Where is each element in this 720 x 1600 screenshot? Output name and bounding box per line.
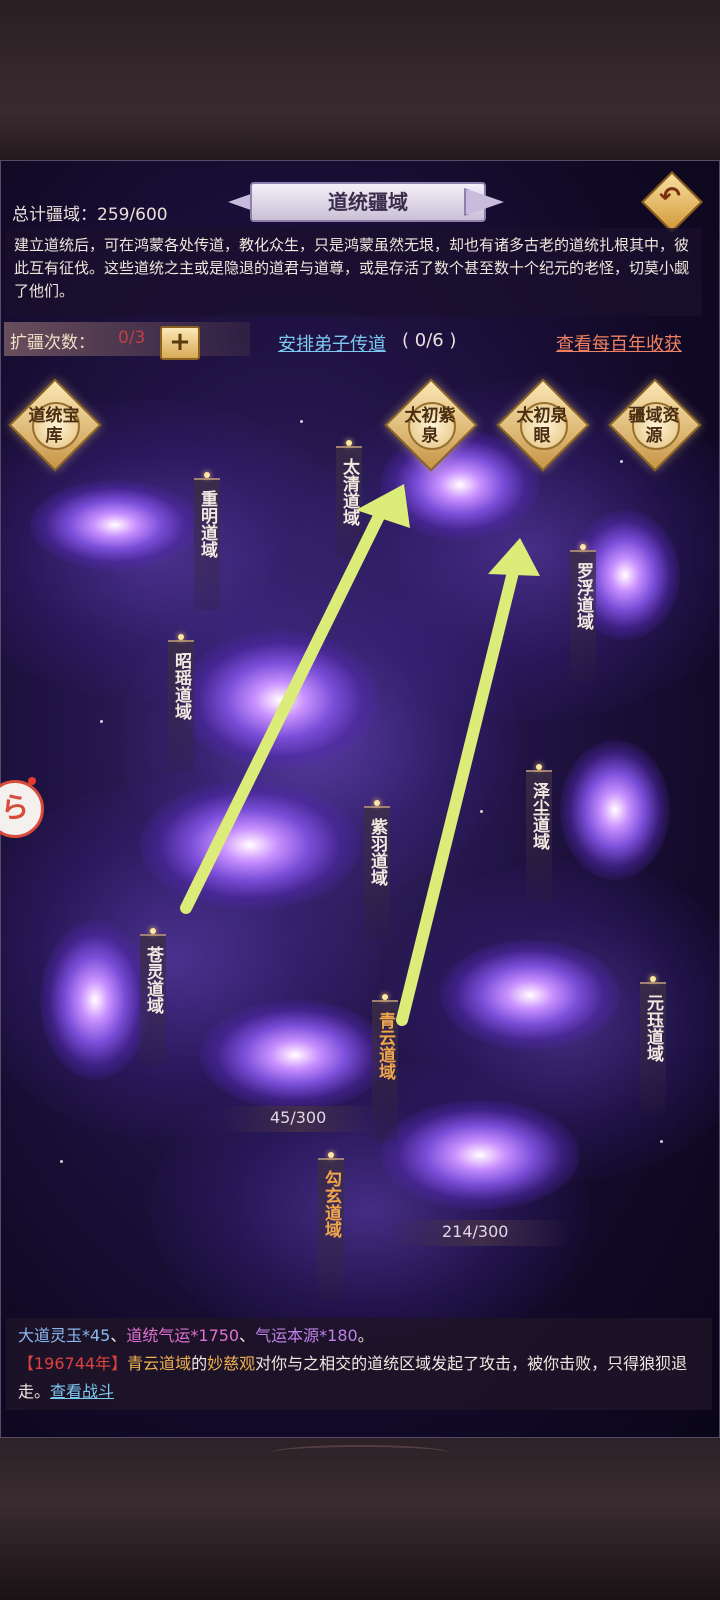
back-arrow-icon: ↶ — [659, 182, 681, 212]
view-harvest-link[interactable]: 查看每百年收获 — [556, 330, 682, 356]
reward-line: 大道灵玉*45、道统气运*1750、气运本源*180。 — [18, 1322, 700, 1350]
event-line: 【196744年】青云道域的妙慈观对你与之相交的道统区域发起了攻击，被你击败，只… — [18, 1350, 700, 1406]
event-of: 的 — [191, 1354, 208, 1373]
domain-marker — [382, 994, 388, 1000]
battle-log: 大道灵玉*45、道统气运*1750、气运本源*180。 【196744年】青云道… — [6, 1318, 712, 1410]
badge-label: 道统宝库 — [28, 406, 80, 446]
galaxy — [440, 940, 620, 1050]
domain-marker — [346, 440, 352, 446]
expand-count-box: 扩疆次数： 0/3 — [4, 322, 250, 356]
bottom-ornament — [270, 1445, 450, 1461]
galaxy — [40, 920, 150, 1080]
domain-zhaoyao[interactable]: 昭瑶道域 — [168, 634, 194, 772]
page-title: 道统疆域 — [328, 190, 408, 214]
badge-label: 太初泉眼 — [516, 406, 568, 446]
territory-count-right: 214/300 — [442, 1222, 509, 1241]
reward-item: 气运本源*180 — [255, 1326, 358, 1345]
badge-treasury[interactable]: 道统宝库 — [8, 378, 102, 472]
bottom-backdrop — [0, 1438, 720, 1600]
back-button[interactable]: ↶ — [640, 170, 704, 234]
assign-disciple-link[interactable]: 安排弟子传道 — [278, 330, 386, 356]
expand-plus-button[interactable]: + — [160, 326, 200, 360]
badge-taichu-purple-spring[interactable]: 太初紫泉 — [384, 378, 478, 472]
reward-item: 大道灵玉*45 — [18, 1326, 111, 1345]
domain-cangling[interactable]: 苍灵道域 — [140, 928, 166, 1066]
domain-label: 苍灵道域 — [143, 946, 163, 1014]
galaxy — [560, 740, 670, 880]
event-year: 【196744年】 — [18, 1354, 128, 1373]
domain-label: 勾玄道域 — [321, 1170, 341, 1238]
star — [660, 1140, 663, 1143]
galaxy — [380, 1100, 580, 1210]
domain-label: 罗浮道域 — [573, 562, 593, 630]
domain-marker — [204, 472, 210, 478]
expand-label: 扩疆次数： — [10, 333, 95, 353]
domain-marker — [580, 544, 586, 550]
badge-label: 太初紫泉 — [404, 406, 456, 446]
notification-dot — [28, 777, 36, 785]
reward-item: 道统气运*1750 — [126, 1326, 240, 1345]
event-temple: 妙慈观 — [207, 1354, 256, 1373]
reward-separator: 、 — [110, 1326, 127, 1345]
domain-marker — [650, 976, 656, 982]
reward-end: 。 — [357, 1326, 374, 1345]
territory-count-left: 45/300 — [270, 1108, 327, 1127]
domain-label: 青云道域 — [375, 1012, 395, 1080]
event-domain: 青云道域 — [127, 1354, 192, 1373]
domain-zechen[interactable]: 泽尘道域 — [526, 764, 552, 902]
star — [480, 810, 483, 813]
domain-label: 昭瑶道域 — [171, 652, 191, 720]
galaxy — [140, 780, 360, 910]
badge-territory-resources[interactable]: 疆域资源 — [608, 378, 702, 472]
assign-count: ( 0/6 ) — [402, 330, 457, 351]
view-battle-link[interactable]: 查看战斗 — [50, 1382, 114, 1401]
domain-label: 太清道域 — [339, 458, 359, 526]
galaxy — [180, 630, 380, 770]
expand-value: 0/3 — [118, 328, 146, 348]
domain-marker — [374, 800, 380, 806]
title-banner: 道统疆域 — [228, 180, 504, 222]
domain-chongming[interactable]: 重明道域 — [194, 472, 220, 610]
domain-label: 紫羽道域 — [367, 818, 387, 886]
top-backdrop — [0, 0, 720, 160]
domain-marker — [150, 928, 156, 934]
domain-taiqing[interactable]: 太清道域 — [336, 440, 362, 558]
domain-marker — [536, 764, 542, 770]
domain-marker — [328, 1152, 334, 1158]
galaxy — [30, 480, 200, 570]
domain-label: 元珏道域 — [643, 994, 663, 1062]
badge-label: 疆域资源 — [628, 406, 680, 446]
domain-ziyu[interactable]: 紫羽道域 — [364, 800, 390, 938]
galaxy — [200, 1000, 390, 1110]
badge-taichu-spring-eye[interactable]: 太初泉眼 — [496, 378, 590, 472]
domain-yuanjue[interactable]: 元珏道域 — [640, 976, 666, 1114]
star — [60, 1160, 63, 1163]
star — [300, 420, 303, 423]
domain-label: 泽尘道域 — [529, 782, 549, 850]
reward-separator: 、 — [239, 1326, 256, 1345]
domain-luofu[interactable]: 罗浮道域 — [570, 544, 596, 682]
star — [100, 720, 103, 723]
domain-marker — [178, 634, 184, 640]
domain-label: 重明道域 — [197, 490, 217, 558]
description-text: 建立道统后，可在鸿蒙各处传道，教化众生，只是鸿蒙虽然无垠，却也有诸多古老的道统扎… — [6, 228, 702, 316]
domain-gouxuan[interactable]: 勾玄道域 — [318, 1152, 344, 1300]
total-territory: 总计疆域：259/600 — [12, 205, 168, 225]
